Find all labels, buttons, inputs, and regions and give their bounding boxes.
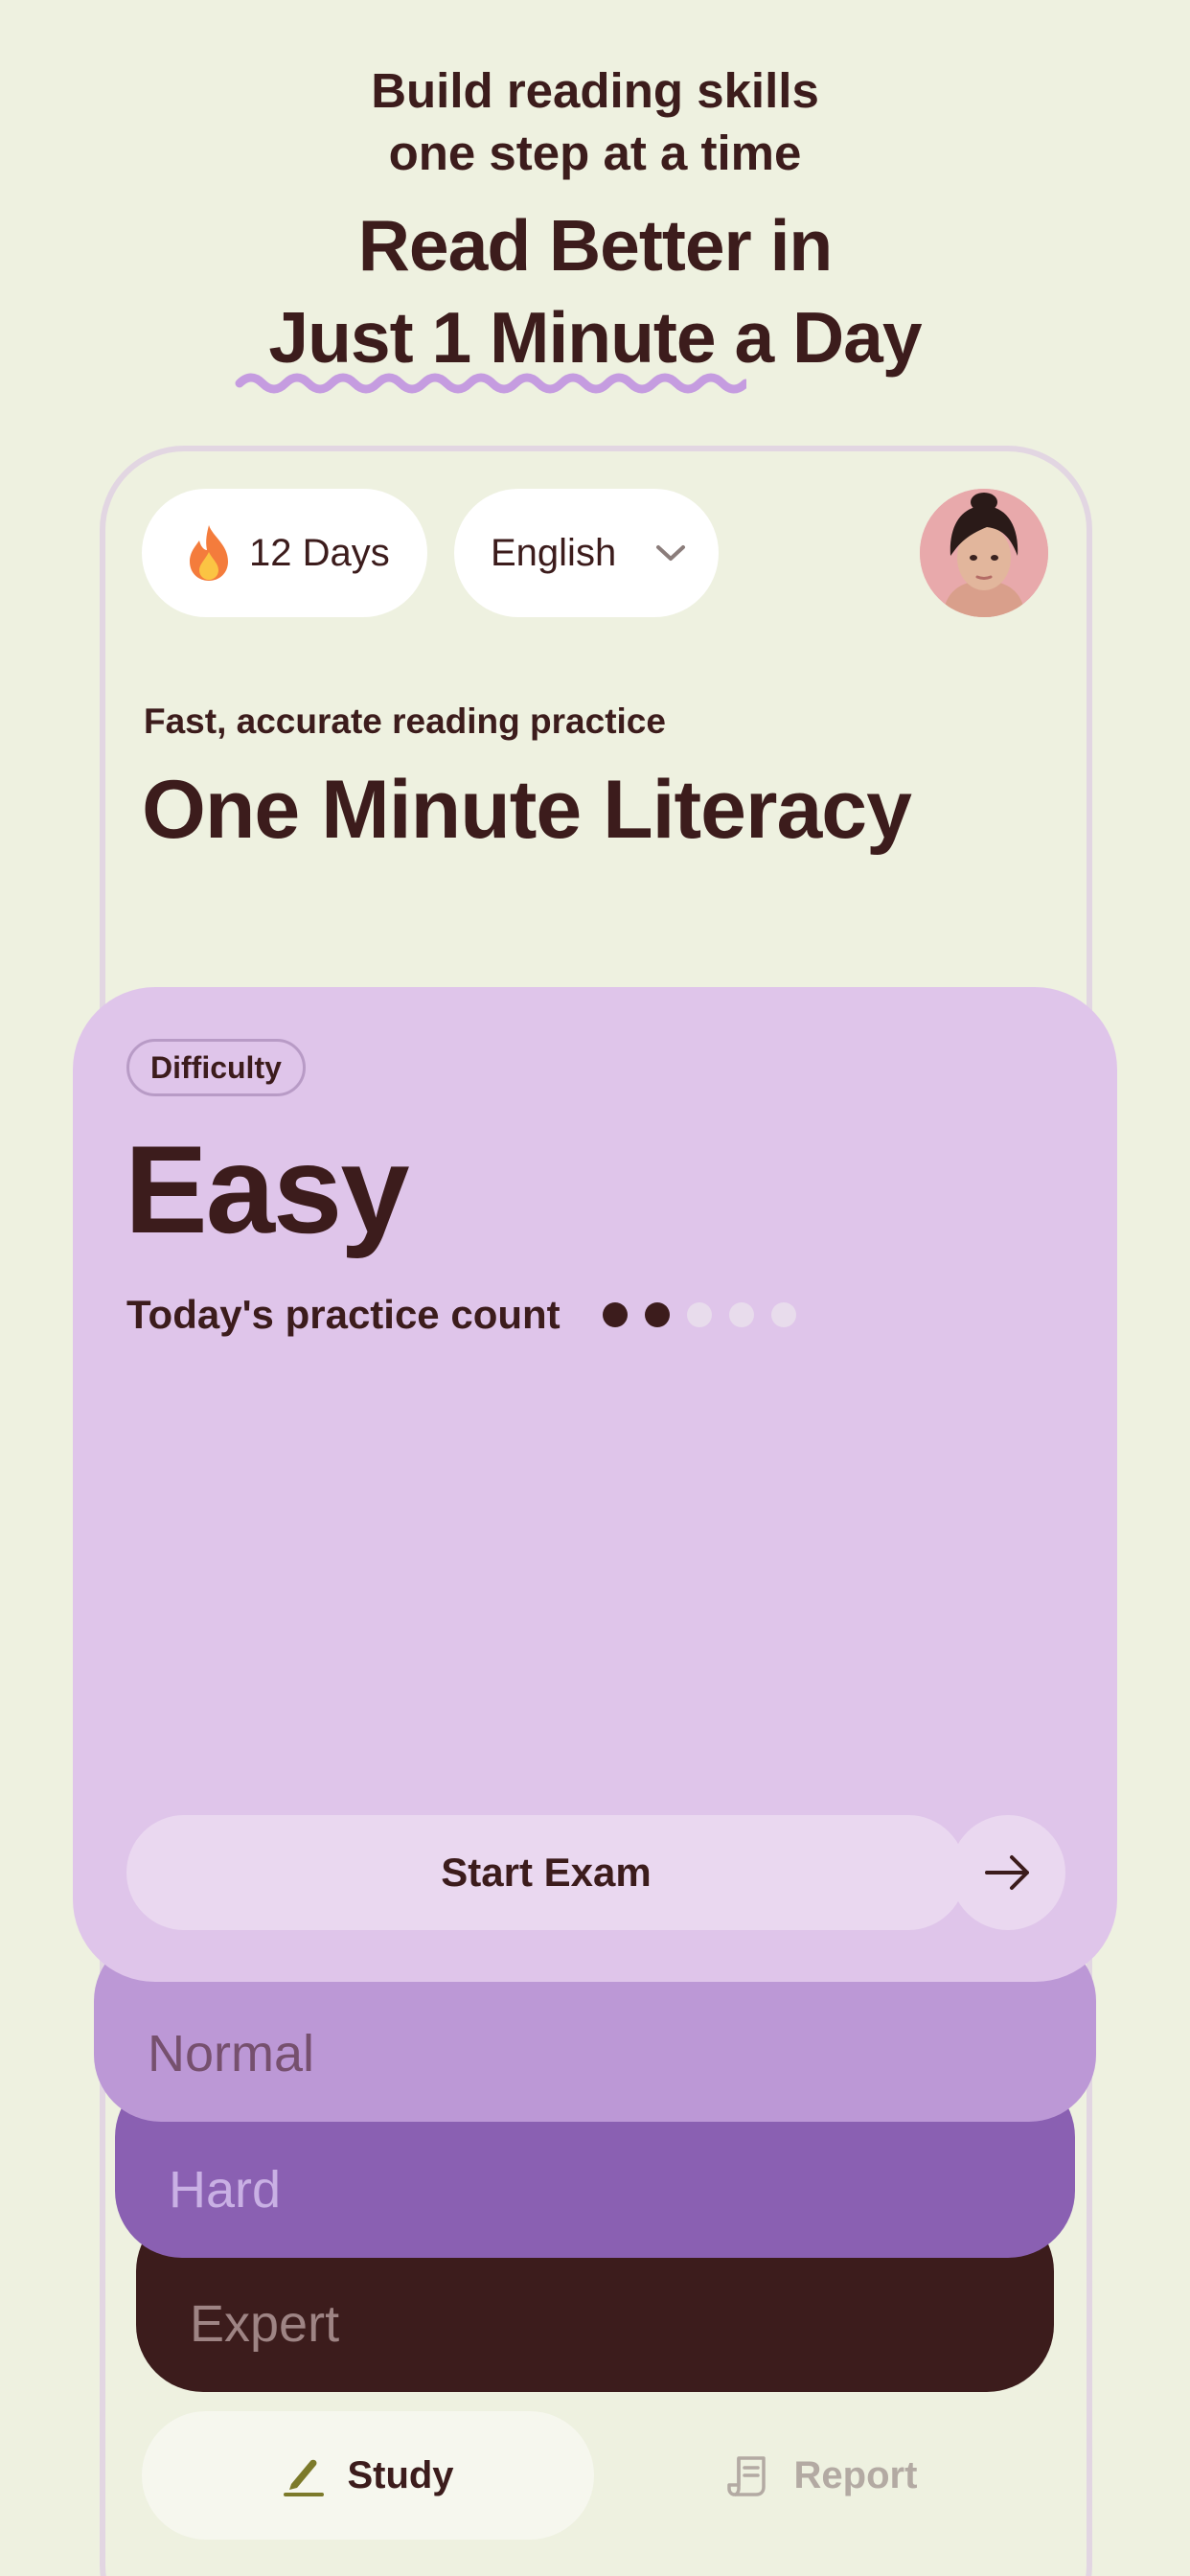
promo-subtitle-line2: one step at a time	[388, 126, 802, 180]
avatar[interactable]	[920, 489, 1048, 617]
difficulty-card-easy: Difficulty Easy Today's practice count S…	[73, 987, 1117, 1982]
tab-report[interactable]: Report	[596, 2411, 1048, 2540]
practice-count-label: Today's practice count	[126, 1292, 561, 1337]
tab-study[interactable]: Study	[142, 2411, 594, 2540]
streak-pill[interactable]: 12 Days	[142, 489, 427, 617]
tab-report-label: Report	[793, 2453, 918, 2496]
start-arrow-button[interactable]	[950, 1815, 1065, 1930]
language-select[interactable]: English	[454, 489, 719, 617]
report-scroll-icon	[726, 2456, 766, 2496]
promo-title-line1: Read Better in	[357, 205, 833, 286]
start-exam-button[interactable]: Start Exam	[126, 1815, 966, 1930]
promo-title: Read Better in Just 1 Minute a Day	[0, 199, 1190, 383]
promo-subtitle: Build reading skills one step at a time	[0, 59, 1190, 184]
practice-dot	[770, 1302, 796, 1327]
difficulty-level: Easy	[125, 1119, 410, 1259]
promo-subtitle-line1: Build reading skills	[371, 63, 819, 118]
difficulty-badge: Difficulty	[126, 1039, 306, 1096]
practice-dot	[644, 1302, 670, 1327]
practice-dot	[728, 1302, 754, 1327]
tab-study-label: Study	[347, 2453, 454, 2496]
section-subtitle: Fast, accurate reading practice	[144, 702, 666, 741]
streak-label: 12 Days	[249, 531, 390, 574]
chevron-down-icon	[656, 545, 686, 561]
section-title: One Minute Literacy	[142, 764, 912, 856]
squiggle-underline	[235, 373, 746, 394]
arrow-right-icon	[985, 1855, 1029, 1890]
flame-icon	[190, 525, 228, 581]
pencil-icon	[284, 2459, 325, 2496]
avatar-portrait-icon	[920, 489, 1048, 617]
language-label: English	[491, 531, 617, 574]
practice-progress-dots	[602, 1302, 813, 1327]
practice-count-row: Today's practice count	[126, 1292, 813, 1338]
bottom-tab-bar: Study Report	[142, 2411, 1048, 2540]
practice-dot	[686, 1302, 712, 1327]
normal-label: Normal	[148, 2025, 315, 2082]
expert-label: Expert	[190, 2295, 340, 2353]
practice-dot	[602, 1302, 628, 1327]
hard-label: Hard	[169, 2161, 282, 2219]
